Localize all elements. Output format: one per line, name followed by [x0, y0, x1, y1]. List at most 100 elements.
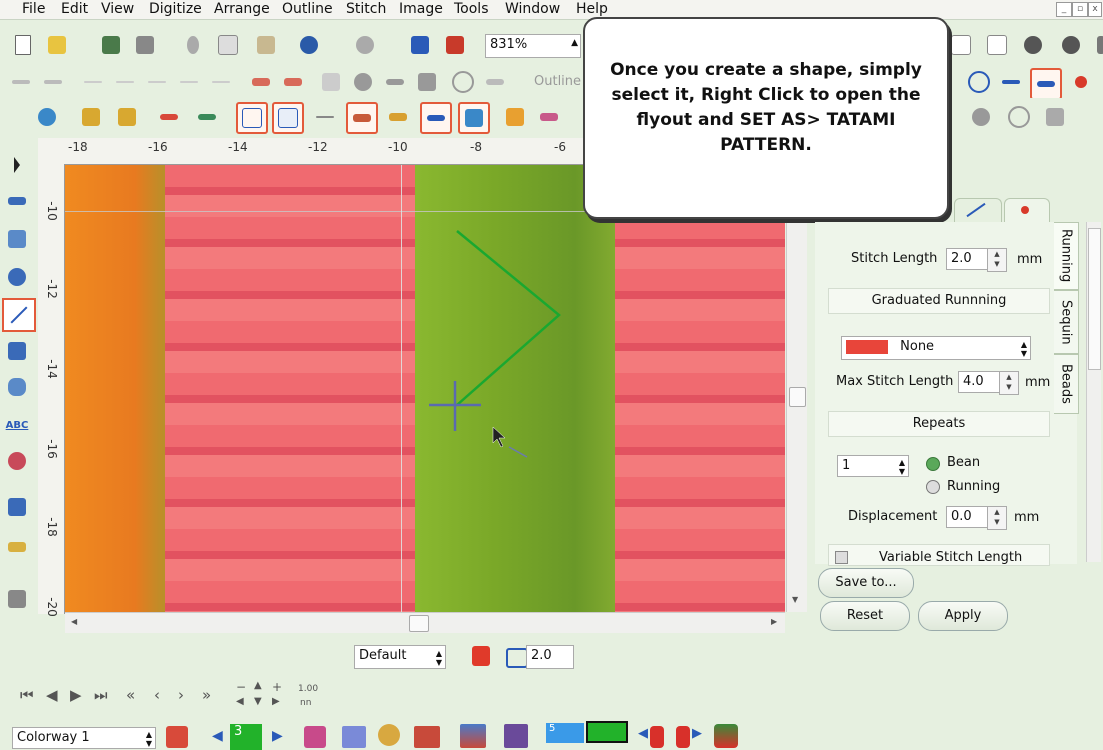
- menu-edit[interactable]: Edit: [61, 1, 88, 17]
- up-icon[interactable]: ▲: [254, 680, 262, 691]
- tab-running-stitch[interactable]: [954, 198, 1002, 223]
- variable-stitch-checkbox[interactable]: [835, 551, 848, 564]
- hand-icon[interactable]: [2, 262, 32, 292]
- forward-icon[interactable]: ›: [178, 686, 184, 704]
- menu-image[interactable]: Image: [399, 1, 443, 17]
- save-to-button[interactable]: Save to...: [818, 568, 914, 598]
- check-icon[interactable]: [194, 104, 220, 130]
- rotate-icon[interactable]: [350, 69, 376, 95]
- spool-red-icon[interactable]: [650, 726, 664, 748]
- thread-chart-icon[interactable]: [166, 726, 188, 748]
- right-icon[interactable]: ▶: [272, 696, 280, 707]
- first-icon[interactable]: ⏮: [20, 686, 34, 704]
- last-icon[interactable]: ⏭: [94, 686, 108, 704]
- scroll-down-icon[interactable]: ▼: [792, 595, 798, 604]
- vertical-scroll-thumb[interactable]: [789, 387, 806, 407]
- prev-swatch-icon[interactable]: ◀: [638, 726, 648, 741]
- menu-tools[interactable]: Tools: [454, 1, 489, 17]
- grid-icon[interactable]: [318, 69, 344, 95]
- cancel-icon[interactable]: [1068, 69, 1094, 95]
- frame-tool-icon[interactable]: [2, 492, 32, 522]
- split-node-icon[interactable]: [248, 69, 274, 95]
- colorway-select[interactable]: Colorway 1 ▲ ▼: [12, 727, 156, 749]
- menu-file[interactable]: File: [22, 1, 45, 17]
- tab-motif[interactable]: [1004, 198, 1050, 223]
- default-select[interactable]: Default ▲ ▼: [354, 645, 446, 669]
- displacement-spinner[interactable]: ▲ ▼: [987, 506, 1007, 530]
- fill-icon[interactable]: [2, 372, 32, 402]
- reshape-tool-icon[interactable]: [2, 224, 32, 254]
- stitch-path[interactable]: [65, 165, 785, 612]
- spool-red-2-icon[interactable]: [676, 726, 690, 748]
- path-icon[interactable]: [998, 69, 1024, 95]
- help-user-icon[interactable]: [1058, 32, 1084, 58]
- zoom-out-icon[interactable]: −: [236, 680, 246, 694]
- menu-outline[interactable]: Outline: [282, 1, 333, 17]
- node-link-icon[interactable]: [420, 102, 452, 134]
- horizontal-scroll-thumb[interactable]: [409, 615, 429, 632]
- export-icon[interactable]: [442, 32, 468, 58]
- menu-window[interactable]: Window: [505, 1, 560, 17]
- save-icon[interactable]: [98, 32, 124, 58]
- brush-icon[interactable]: [304, 726, 326, 748]
- prev-icon[interactable]: ◀: [46, 686, 58, 704]
- thread-user-icon[interactable]: [714, 724, 738, 748]
- pen-icon[interactable]: [385, 104, 411, 130]
- restore-icon[interactable]: ▫: [1072, 2, 1088, 17]
- back-icon[interactable]: ‹: [154, 686, 160, 704]
- crosshair-icon[interactable]: [312, 104, 338, 130]
- menu-view[interactable]: View: [101, 1, 134, 17]
- corner-icon[interactable]: [112, 69, 138, 95]
- displacement-input[interactable]: 0.0: [946, 506, 988, 528]
- zoom-in-icon[interactable]: +: [272, 680, 282, 694]
- color-swatch-blue[interactable]: 5: [546, 723, 584, 743]
- close-icon[interactable]: x: [1088, 2, 1102, 17]
- insert-point-icon[interactable]: [8, 69, 34, 95]
- panel-scroll-thumb[interactable]: [1088, 228, 1101, 370]
- frame-icon[interactable]: [236, 102, 268, 134]
- current-color-swatch[interactable]: 3: [230, 724, 262, 750]
- repeats-input[interactable]: 1 ▲ ▼: [837, 455, 909, 477]
- print-icon[interactable]: [132, 32, 158, 58]
- cut-icon[interactable]: [180, 32, 206, 58]
- scroll-right-icon[interactable]: ▶: [771, 617, 777, 626]
- layers-icon[interactable]: [342, 726, 366, 748]
- corner-curve-icon[interactable]: [144, 69, 170, 95]
- zigzag-icon[interactable]: [346, 102, 378, 134]
- compass-icon[interactable]: [1006, 104, 1032, 130]
- line-tool-icon[interactable]: [80, 69, 106, 95]
- menu-stitch[interactable]: Stitch: [346, 1, 386, 17]
- menu-digitize[interactable]: Digitize: [149, 1, 202, 17]
- tab-running[interactable]: Running: [1054, 222, 1079, 290]
- fast-forward-icon[interactable]: »: [202, 686, 211, 704]
- monitor-icon[interactable]: [458, 102, 490, 134]
- horizontal-scrollbar[interactable]: ◀ ▶: [65, 612, 785, 633]
- next-swatch-icon[interactable]: ▶: [692, 726, 702, 741]
- vertical-scrollbar[interactable]: ▼: [786, 165, 807, 612]
- star-icon[interactable]: [482, 69, 508, 95]
- hand-tool-icon[interactable]: [1042, 104, 1068, 130]
- mirror-icon[interactable]: [414, 69, 440, 95]
- text-abc-icon[interactable]: ABC: [2, 410, 32, 440]
- refresh-icon[interactable]: [34, 104, 60, 130]
- radio-bean[interactable]: [926, 457, 940, 471]
- copy-icon[interactable]: [215, 32, 241, 58]
- delete-point-icon[interactable]: [40, 69, 66, 95]
- palette-icon[interactable]: [378, 724, 400, 746]
- status-stitch-length[interactable]: 2.0: [526, 645, 574, 669]
- reshape-icon[interactable]: [1030, 68, 1062, 100]
- count-chart-icon[interactable]: [460, 724, 486, 748]
- tab-beads[interactable]: Beads: [1054, 354, 1079, 414]
- curve-icon[interactable]: [176, 69, 202, 95]
- unlock-icon[interactable]: [114, 104, 140, 130]
- max-stitch-spinner[interactable]: ▲ ▼: [999, 371, 1019, 395]
- panel-scrollbar[interactable]: [1086, 222, 1101, 562]
- graduated-select[interactable]: None ▲ ▼: [841, 336, 1031, 360]
- next-color-icon[interactable]: ▶: [272, 728, 283, 744]
- left-icon[interactable]: ◀: [236, 696, 244, 707]
- minimize-icon[interactable]: _: [1056, 2, 1072, 17]
- apply-button[interactable]: Apply: [918, 601, 1008, 631]
- funnel-icon[interactable]: [502, 104, 528, 130]
- lock-icon[interactable]: [78, 104, 104, 130]
- magic-icon[interactable]: [536, 104, 562, 130]
